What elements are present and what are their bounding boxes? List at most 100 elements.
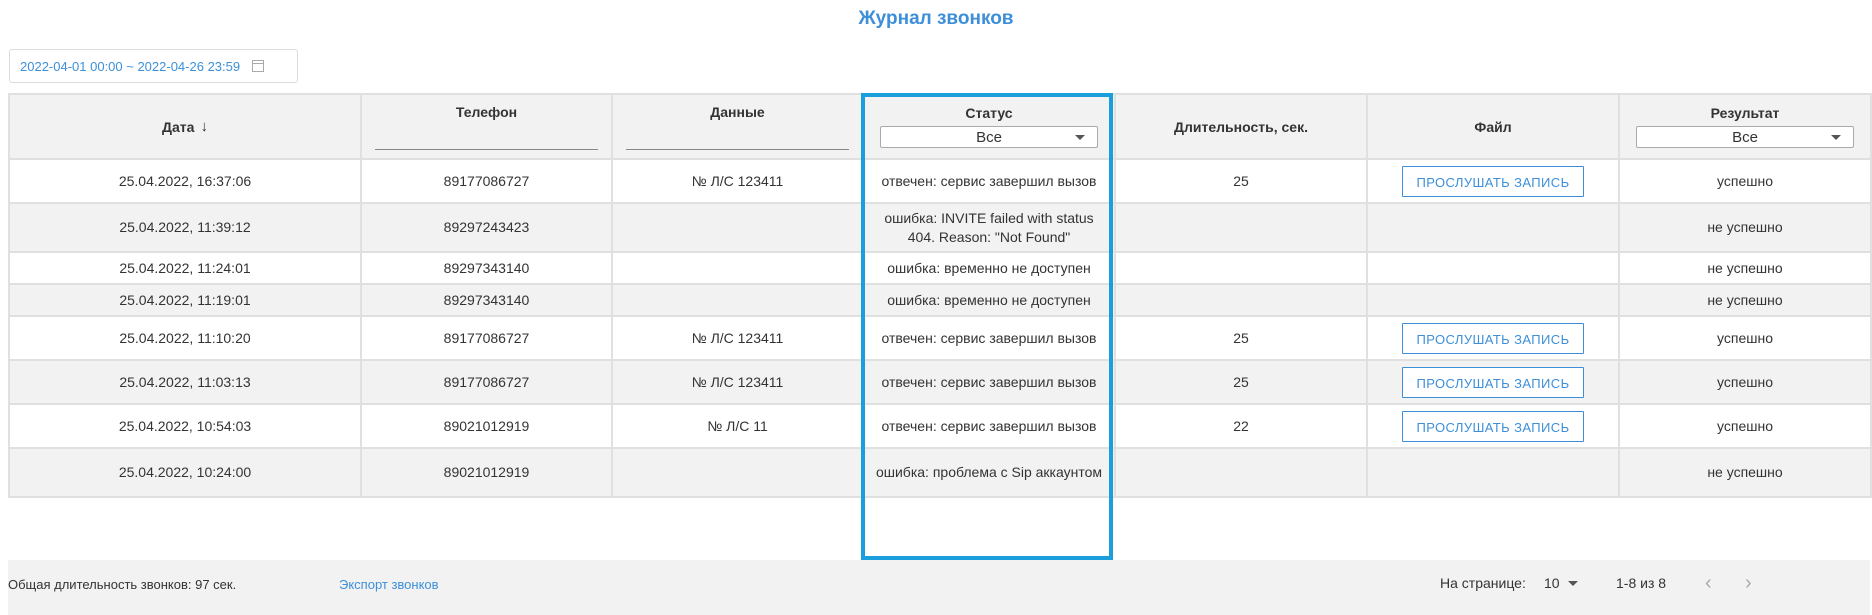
column-header-data: Данные	[611, 93, 864, 160]
pagination-range: 1-8 из 8	[1616, 575, 1667, 591]
previous-page-icon[interactable]: ‹	[1705, 572, 1712, 595]
phone-filter-input[interactable]	[375, 126, 598, 150]
column-header-duration: Длительность, сек.	[1114, 93, 1368, 160]
date-range-value: 2022-04-01 00:00 ~ 2022-04-26 23:59	[20, 58, 241, 74]
cell-result: успешно	[1618, 158, 1872, 204]
chevron-down-icon	[1075, 135, 1086, 140]
cell-data	[611, 202, 864, 253]
page-title: Журнал звонков	[858, 8, 1014, 29]
chevron-down-icon	[1831, 135, 1842, 140]
calls-table: Дата ↓ Телефон Данные Статус Все Длитель…	[8, 93, 1872, 498]
data-filter-input[interactable]	[626, 126, 849, 150]
date-range-picker[interactable]: 2022-04-01 00:00 ~ 2022-04-26 23:59	[9, 49, 298, 83]
cell-date: 25.04.2022, 11:10:20	[8, 315, 362, 361]
column-label-duration: Длительность, сек.	[1174, 118, 1308, 135]
cell-phone: 89021012919	[360, 403, 613, 449]
cell-date: 25.04.2022, 11:03:13	[8, 359, 362, 405]
cell-date: 25.04.2022, 11:39:12	[8, 202, 362, 253]
calendar-icon	[252, 60, 265, 72]
cell-data	[611, 447, 864, 498]
cell-duration: 25	[1114, 359, 1368, 405]
column-label-file: Файл	[1474, 118, 1512, 135]
cell-phone: 89297243423	[360, 202, 613, 253]
column-label-result: Результат	[1710, 105, 1780, 121]
cell-status: отвечен: сервис завершил вызов	[862, 315, 1116, 361]
cell-result: успешно	[1618, 315, 1872, 361]
cell-phone: 89297343140	[360, 283, 613, 317]
play-recording-button[interactable]: ПРОСЛУШАТЬ ЗАПИСЬ	[1402, 322, 1584, 354]
export-calls-link[interactable]: Экспорт звонков	[339, 577, 439, 592]
cell-duration	[1114, 283, 1368, 317]
cell-file	[1366, 202, 1620, 253]
cell-status: отвечен: сервис завершил вызов	[862, 403, 1116, 449]
table-row: 25.04.2022, 11:03:13 89177086727 № Л/С 123…	[8, 359, 1872, 405]
cell-duration: 25	[1114, 315, 1368, 361]
cell-result: не успешно	[1618, 283, 1872, 317]
cell-phone: 89177086727	[360, 315, 613, 361]
play-recording-button[interactable]: ПРОСЛУШАТЬ ЗАПИСЬ	[1402, 165, 1584, 197]
table-row: 25.04.2022, 11:24:01 89297343140 ошибка: в…	[8, 251, 1872, 285]
cell-file: ПРОСЛУШАТЬ ЗАПИСЬ	[1366, 359, 1620, 405]
column-label-status: Статус	[965, 105, 1013, 121]
cell-result: успешно	[1618, 359, 1872, 405]
rows-per-page-select[interactable]: 10	[1544, 575, 1578, 591]
column-header-phone: Телефон	[360, 93, 613, 160]
cell-result: не успешно	[1618, 202, 1872, 253]
column-header-result: Результат Все	[1618, 93, 1872, 160]
rows-per-page-value: 10	[1544, 575, 1560, 591]
table-row: 25.04.2022, 10:54:03 89021012919 № Л/С 11 о…	[8, 403, 1872, 449]
total-duration: Общая длительность звонков: 97 сек.	[8, 577, 237, 592]
cell-file: ПРОСЛУШАТЬ ЗАПИСЬ	[1366, 315, 1620, 361]
table-footer: Общая длительность звонков: 97 сек. Эксп…	[8, 560, 1870, 615]
cell-duration: 22	[1114, 403, 1368, 449]
cell-status: ошибка: проблема с Sip аккаунтом	[862, 447, 1116, 498]
cell-result: успешно	[1618, 403, 1872, 449]
cell-status: ошибка: временно не доступен	[862, 283, 1116, 317]
cell-phone: 89297343140	[360, 251, 613, 285]
column-header-date[interactable]: Дата ↓	[8, 93, 362, 160]
sort-arrow-icon[interactable]: ↓	[200, 118, 208, 135]
cell-result: не успешно	[1618, 447, 1872, 498]
cell-status: отвечен: сервис завершил вызов	[862, 158, 1116, 204]
cell-date: 25.04.2022, 11:24:01	[8, 251, 362, 285]
cell-phone: 89021012919	[360, 447, 613, 498]
column-header-file: Файл	[1366, 93, 1620, 160]
cell-result: не успешно	[1618, 251, 1872, 285]
result-filter-select[interactable]: Все	[1635, 126, 1855, 148]
column-label-data: Данные	[710, 103, 765, 120]
cell-file: ПРОСЛУШАТЬ ЗАПИСЬ	[1366, 403, 1620, 449]
cell-status: отвечен: сервис завершил вызов	[862, 359, 1116, 405]
cell-data: № Л/С 123411	[611, 315, 864, 361]
cell-date: 25.04.2022, 10:54:03	[8, 403, 362, 449]
cell-file	[1366, 447, 1620, 498]
status-filter-value: Все	[976, 128, 1002, 146]
play-recording-button[interactable]: ПРОСЛУШАТЬ ЗАПИСЬ	[1402, 366, 1584, 398]
table-row: 25.04.2022, 11:19:01 89297343140 ошибка: в…	[8, 283, 1872, 317]
play-recording-button[interactable]: ПРОСЛУШАТЬ ЗАПИСЬ	[1402, 410, 1584, 442]
table-row: 25.04.2022, 11:39:12 89297243423 ошибка: I…	[8, 202, 1872, 253]
cell-duration: 25	[1114, 158, 1368, 204]
cell-phone: 89177086727	[360, 359, 613, 405]
column-label-phone: Телефон	[455, 103, 518, 120]
cell-date: 25.04.2022, 16:37:06	[8, 158, 362, 204]
cell-status: ошибка: INVITE failed with status 404. R…	[862, 202, 1116, 253]
chevron-down-icon	[1567, 580, 1578, 586]
cell-data: № Л/С 123411	[611, 359, 864, 405]
cell-data: № Л/С 123411	[611, 158, 864, 204]
status-filter-select[interactable]: Все	[879, 126, 1099, 148]
column-label-date: Дата	[162, 118, 195, 135]
cell-duration	[1114, 251, 1368, 285]
cell-date: 25.04.2022, 11:19:01	[8, 283, 362, 317]
result-filter-value: Все	[1732, 128, 1758, 146]
table-header-row: Дата ↓ Телефон Данные Статус Все Длитель…	[8, 93, 1872, 160]
cell-status: ошибка: временно не доступен	[862, 251, 1116, 285]
cell-file	[1366, 251, 1620, 285]
table-row: 25.04.2022, 16:37:06 89177086727 № Л/С 123…	[8, 158, 1872, 204]
cell-data	[611, 283, 864, 317]
next-page-icon[interactable]: ›	[1745, 572, 1752, 595]
cell-phone: 89177086727	[360, 158, 613, 204]
table-row: 25.04.2022, 11:10:20 89177086727 № Л/С 123…	[8, 315, 1872, 361]
cell-data: № Л/С 11	[611, 403, 864, 449]
cell-data	[611, 251, 864, 285]
cell-duration	[1114, 202, 1368, 253]
